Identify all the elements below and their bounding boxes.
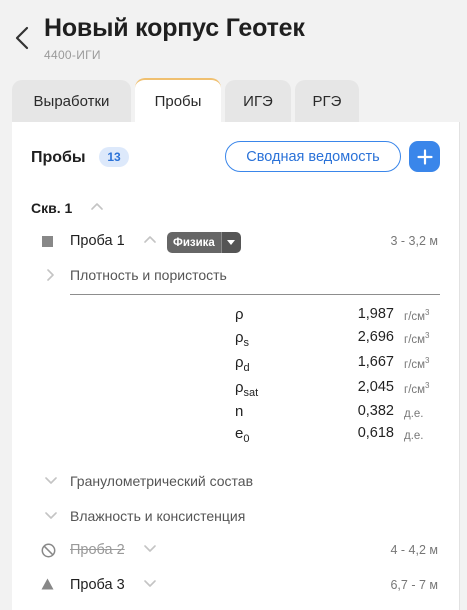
- physics-tag[interactable]: Физика: [167, 232, 241, 253]
- property-unit: г/см3: [404, 331, 430, 346]
- chevron-down-icon[interactable]: [143, 543, 157, 553]
- square-icon: [42, 236, 53, 247]
- sample-depth-range: 6,7 - 7 м: [390, 578, 438, 592]
- property-symbol: ρsat: [235, 379, 259, 399]
- property-value: 1,667: [357, 354, 394, 370]
- property-symbol: ρ: [235, 306, 244, 323]
- sample-name: Проба 2: [70, 542, 125, 558]
- property-row: n 0,382 д.е.: [12, 401, 460, 423]
- property-value: 2,696: [357, 329, 394, 345]
- count-badge: 13: [99, 147, 129, 167]
- tab-rge[interactable]: РГЭ: [295, 80, 359, 122]
- chevron-down-icon[interactable]: [143, 578, 157, 588]
- property-symbol: n: [235, 403, 244, 420]
- page-header: Новый корпус Геотек 4400-ИГИ: [0, 0, 467, 80]
- group-granulometry[interactable]: Гранулометрический состав: [12, 470, 460, 494]
- property-value: 0,618: [357, 425, 394, 441]
- group-moisture[interactable]: Влажность и консистенция: [12, 505, 460, 529]
- property-unit: г/см3: [404, 356, 430, 371]
- property-row: ρs 2,696 г/см3: [12, 327, 460, 349]
- sample-depth-range: 4 - 4,2 м: [390, 543, 438, 557]
- physics-tag-label: Физика: [167, 232, 221, 253]
- chevron-up-icon[interactable]: [90, 201, 104, 211]
- section-title: Пробы: [31, 149, 86, 166]
- sample-name: Проба 3: [70, 577, 125, 593]
- property-unit: г/см3: [404, 308, 430, 323]
- tab-ige[interactable]: ИГЭ: [225, 80, 291, 122]
- well-label: Скв. 1: [31, 200, 73, 216]
- property-row: ρsat 2,045 г/см3: [12, 377, 460, 399]
- sample-row[interactable]: Проба 2 4 - 4,2 м: [12, 538, 460, 564]
- back-button[interactable]: [11, 24, 33, 52]
- sample-depth-range: 3 - 3,2 м: [390, 234, 438, 248]
- chevron-up-icon[interactable]: [143, 234, 157, 244]
- tab-samples[interactable]: Пробы: [135, 78, 221, 122]
- triangle-icon: [41, 578, 54, 590]
- property-symbol: ρd: [235, 354, 250, 374]
- property-row: ρ 1,987 г/см3: [12, 304, 460, 326]
- chevron-down-icon: [45, 512, 57, 519]
- tag-dropdown[interactable]: [220, 232, 241, 253]
- sample-name: Проба 1: [70, 233, 125, 249]
- summary-sheet-button[interactable]: Сводная ведомость: [225, 141, 401, 172]
- tab-excavations[interactable]: Выработки: [12, 80, 131, 122]
- group-density[interactable]: Плотность и пористость: [12, 264, 460, 288]
- tab-bar: Выработки Пробы ИГЭ РГЭ: [12, 78, 363, 122]
- property-unit: д.е.: [404, 408, 424, 420]
- page-title: Новый корпус Геотек: [44, 14, 305, 42]
- page-subtitle: 4400-ИГИ: [44, 48, 101, 62]
- property-value: 0,382: [357, 403, 394, 419]
- prohibited-icon: [41, 543, 56, 558]
- group-label: Гранулометрический состав: [70, 473, 254, 489]
- property-unit: д.е.: [404, 430, 424, 442]
- sample-row[interactable]: Проба 3 6,7 - 7 м: [12, 573, 460, 599]
- group-label: Влажность и консистенция: [70, 508, 246, 524]
- samples-panel: Пробы 13 Сводная ведомость Скв. 1 Проба …: [12, 122, 460, 610]
- property-value: 2,045: [357, 379, 394, 395]
- divider: [70, 294, 440, 295]
- property-symbol: ρs: [235, 329, 250, 349]
- chevron-left-icon: [15, 26, 29, 50]
- property-value: 1,987: [357, 306, 394, 322]
- group-label: Плотность и пористость: [70, 267, 227, 283]
- caret-down-icon: [227, 239, 236, 245]
- add-sample-button[interactable]: [409, 141, 440, 172]
- property-symbol: e0: [235, 425, 250, 445]
- property-unit: г/см3: [404, 381, 430, 396]
- chevron-down-icon: [45, 477, 57, 484]
- chevron-right-icon: [47, 269, 54, 281]
- plus-icon: [416, 148, 433, 165]
- property-row: ρd 1,667 г/см3: [12, 352, 460, 374]
- property-row: e0 0,618 д.е.: [12, 423, 460, 445]
